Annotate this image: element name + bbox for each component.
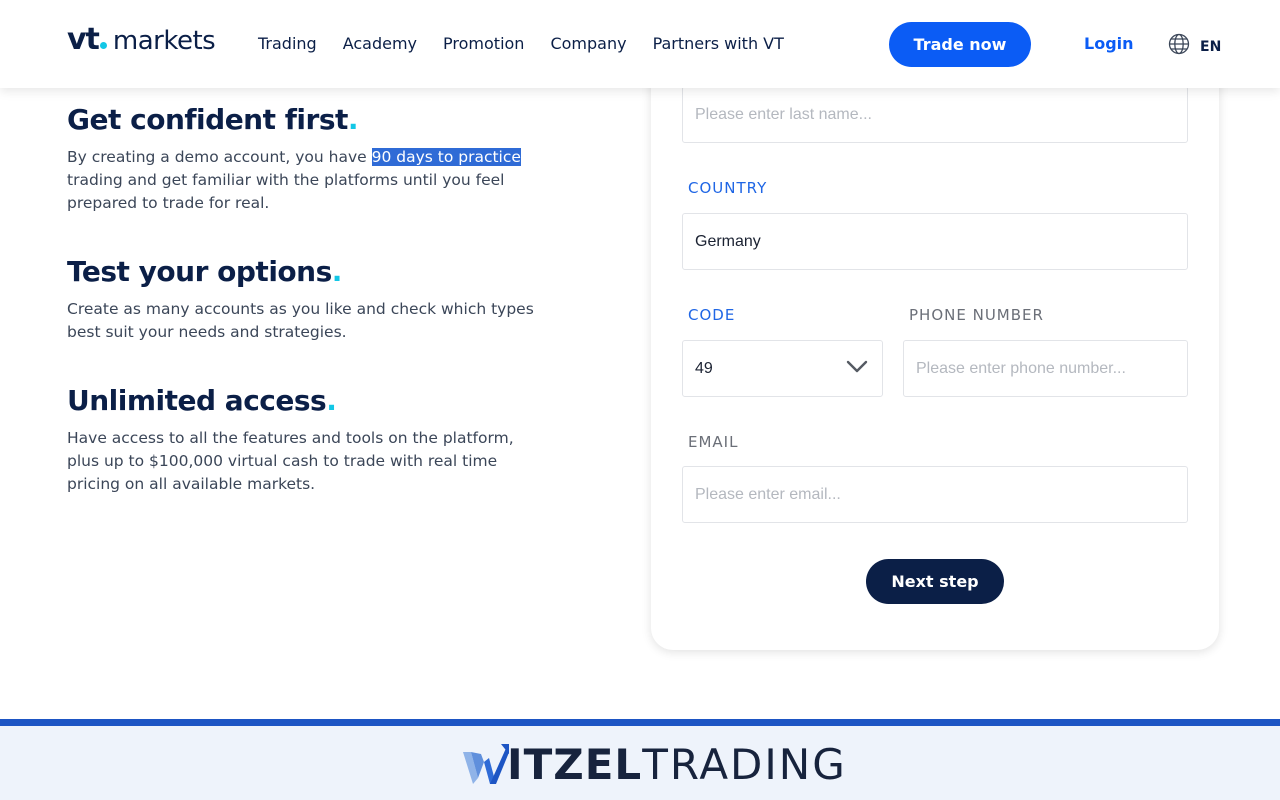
nav-item-trading[interactable]: Trading — [258, 34, 317, 53]
feature-options: Test your options. Create as many accoun… — [67, 255, 537, 344]
language-code: EN — [1200, 38, 1222, 55]
feature-text: By creating a demo account, you have 90 … — [67, 148, 521, 212]
feature-text: Create as many accounts as you like and … — [67, 300, 534, 341]
language-selector[interactable]: EN — [1168, 33, 1221, 60]
trade-now-button[interactable]: Trade now — [889, 22, 1031, 67]
nav-item-promotion[interactable]: Promotion — [443, 34, 524, 53]
last-name-input[interactable]: Please enter last name... — [682, 86, 1188, 143]
logo-dot — [99, 42, 107, 49]
nav-item-company[interactable]: Company — [550, 34, 626, 53]
feature-title: Test your options. — [67, 255, 342, 288]
main-nav: Trading Academy Promotion Company Partne… — [258, 34, 810, 53]
brand-w-mark — [463, 744, 511, 784]
login-link[interactable]: Login — [1084, 34, 1134, 53]
email-input[interactable]: Please enter email... — [682, 466, 1188, 523]
selected-text: 90 days to practice — [371, 148, 521, 166]
logo-markets: markets — [112, 26, 216, 56]
country-label: COUNTRY — [688, 179, 768, 197]
country-code-select[interactable]: 49 — [682, 340, 883, 397]
feature-text: Have access to all the features and tool… — [67, 429, 514, 493]
email-label: EMAIL — [688, 433, 739, 451]
phone-number-input[interactable]: Please enter phone number... — [903, 340, 1188, 397]
brand-text-bold: ITZEL — [507, 739, 643, 789]
nav-item-academy[interactable]: Academy — [343, 34, 417, 53]
site-header: vt markets Trading Academy Promotion Com… — [0, 0, 1280, 88]
country-input[interactable]: Germany — [682, 213, 1188, 270]
brand-text-light: TRADING — [642, 739, 847, 789]
feature-access: Unlimited access. Have access to all the… — [67, 384, 537, 496]
witzel-trading-logo: ITZEL TRADING — [463, 738, 847, 790]
feature-title: Unlimited access. — [67, 384, 337, 417]
logo-vt: vt — [67, 22, 100, 57]
next-step-button[interactable]: Next step — [866, 559, 1004, 604]
feature-confident: Get confident first. By creating a demo … — [67, 103, 537, 215]
feature-title: Get confident first. — [67, 103, 359, 136]
banner-divider — [0, 719, 1280, 726]
chevron-down-icon — [846, 360, 868, 379]
phone-number-label: PHONE NUMBER — [909, 306, 1044, 324]
vt-markets-logo[interactable]: vt markets — [67, 22, 216, 62]
globe-icon — [1168, 33, 1190, 60]
nav-item-partners[interactable]: Partners with VT — [653, 34, 784, 53]
code-label: CODE — [688, 306, 736, 324]
